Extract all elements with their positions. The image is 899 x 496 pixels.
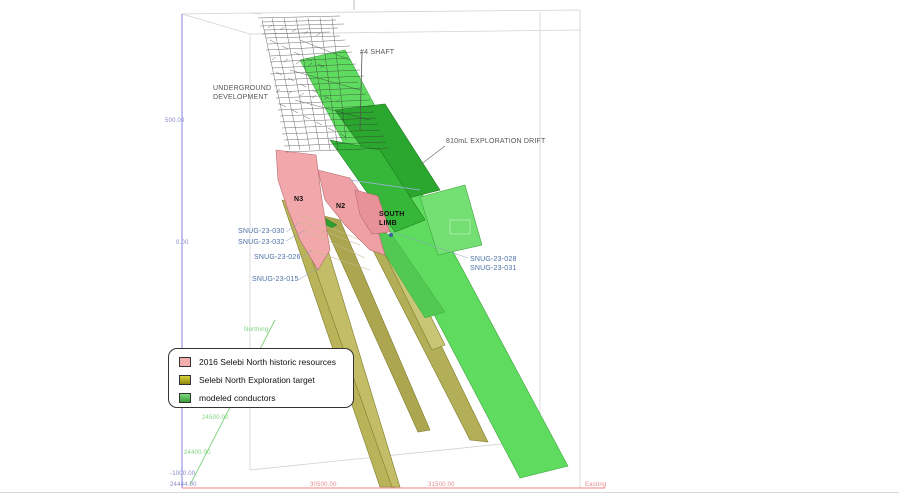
drillhole-label: SNUG-23-026 [254,254,301,261]
easting-tick: 30500.00 [310,482,337,488]
z-tick-500: 500.00 [165,118,185,124]
northing-tick: 24500.00 [202,415,229,421]
legend-item: Selebi North Exploration target [179,374,315,386]
legend-swatch-resource [179,357,191,367]
legend-label: Selebi North Exploration target [199,375,315,385]
legend-swatch-conductor [179,393,191,403]
south-limb-label-line2: LIMB [379,220,397,227]
northing-tick: 24444.00 [170,482,197,488]
legend: 2016 Selebi North historic resources Sel… [168,348,354,408]
northing-label: Northing [244,327,269,333]
legend-item: modeled conductors [179,392,276,404]
drillhole-label: SNUG-23-032 [238,239,285,246]
z-tick-neg1000: -1000.00 [170,471,196,477]
drift-label: 810mL EXPLORATION DRIFT [446,138,546,145]
drillhole-label: SNUG-23-015 [252,276,299,283]
northing-tick: 24400.00 [184,450,211,456]
easting-label: Easting [585,482,607,488]
n3-label: N3 [294,196,304,203]
legend-swatch-target [179,375,191,385]
legend-label: modeled conductors [199,393,276,403]
drillhole-collar [389,233,393,237]
bottom-divider [0,492,899,493]
south-limb-label-line1: SOUTH [379,211,405,218]
shaft-label: #4 SHAFT [360,49,395,56]
legend-item: 2016 Selebi North historic resources [179,356,336,368]
drillhole-label: SNUG-23-030 [238,228,285,235]
easting-tick: 31500.00 [428,482,455,488]
legend-label: 2016 Selebi North historic resources [199,357,337,367]
drillhole-label: SNUG-23-031 [470,265,517,272]
3d-model-view [181,0,605,489]
underground-label-line2: DEVELOPMENT [213,94,269,101]
n2-label: N2 [336,203,346,210]
drift-leader [419,145,446,166]
z-tick-0: 0.00 [176,240,189,246]
underground-label-line1: UNDERGROUND [213,85,272,92]
drillhole-label: SNUG-23-028 [470,256,517,263]
